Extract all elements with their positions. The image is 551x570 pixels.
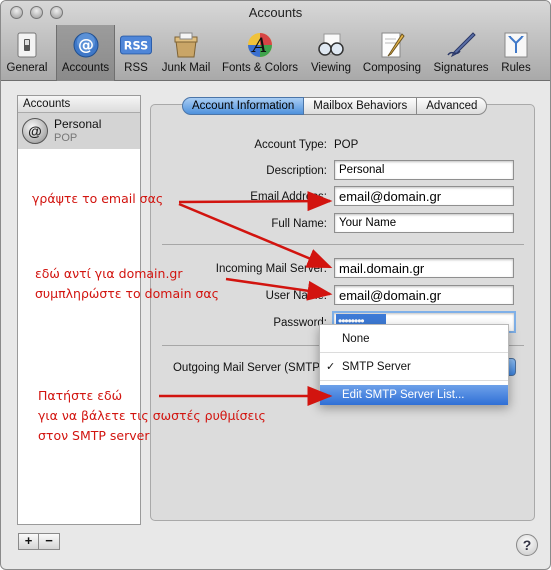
user-name-field[interactable] bbox=[334, 285, 514, 305]
svg-text:RSS: RSS bbox=[124, 40, 148, 53]
tab-account-information[interactable]: Account Information bbox=[182, 97, 305, 115]
checkmark-icon: ✓ bbox=[326, 361, 336, 373]
toolbar-general[interactable]: General bbox=[1, 25, 53, 81]
window-title: Accounts bbox=[248, 5, 303, 20]
toolbar-label: Fonts & Colors bbox=[221, 62, 299, 74]
description-label: Description: bbox=[266, 165, 327, 177]
account-type-value: POP bbox=[334, 139, 359, 151]
incoming-server-field[interactable] bbox=[334, 258, 514, 278]
general-switch-icon bbox=[11, 31, 43, 59]
toolbar-label: Viewing bbox=[310, 62, 352, 74]
window-chrome: Accounts General @ Accounts RSS RSS Junk… bbox=[1, 1, 550, 81]
smtp-menu-item-edit-list[interactable]: Edit SMTP Server List... bbox=[320, 385, 508, 405]
form-divider bbox=[162, 244, 524, 245]
menu-item-label: SMTP Server bbox=[342, 361, 411, 373]
password-label: Password: bbox=[273, 317, 327, 329]
menu-separator bbox=[320, 380, 508, 381]
menu-item-label: None bbox=[342, 333, 370, 345]
signature-pen-icon bbox=[445, 31, 477, 59]
toolbar-label: General bbox=[6, 62, 48, 74]
at-account-icon: @ bbox=[22, 118, 48, 144]
toolbar-label: Signatures bbox=[433, 62, 489, 74]
toolbar-label: Rules bbox=[501, 62, 531, 74]
smtp-menu-item-smtp-server[interactable]: ✓ SMTP Server bbox=[320, 357, 508, 377]
smtp-server-label: Outgoing Mail Server (SMTP): bbox=[172, 362, 327, 374]
tab-mailbox-behaviors[interactable]: Mailbox Behaviors bbox=[304, 97, 418, 115]
menu-separator bbox=[320, 352, 508, 353]
email-address-label: Email Address: bbox=[250, 191, 327, 203]
remove-account-button[interactable]: − bbox=[39, 533, 60, 550]
account-tabs: Account Information Mailbox Behaviors Ad… bbox=[182, 97, 488, 115]
toolbar-label: Composing bbox=[362, 62, 422, 74]
tab-advanced[interactable]: Advanced bbox=[417, 97, 488, 115]
toolbar-fonts-colors[interactable]: A Fonts & Colors bbox=[217, 25, 303, 81]
preferences-window: Accounts General @ Accounts RSS RSS Junk… bbox=[0, 0, 551, 570]
email-annotation: γράψτε το email σας bbox=[32, 191, 164, 206]
toolbar-viewing[interactable]: Viewing bbox=[306, 25, 356, 81]
account-row-personal[interactable]: @ Personal POP bbox=[18, 113, 140, 149]
svg-text:@: @ bbox=[78, 35, 94, 54]
email-address-field[interactable] bbox=[334, 186, 514, 206]
preferences-toolbar: General @ Accounts RSS RSS Junk Mail A F… bbox=[1, 25, 550, 81]
smtp-annotation-line3: στον SMTP server bbox=[38, 428, 150, 443]
smtp-annotation-line1: Πατήστε εδώ bbox=[38, 388, 123, 403]
add-account-button[interactable]: + bbox=[18, 533, 39, 550]
account-type: POP bbox=[54, 132, 78, 144]
rules-icon bbox=[500, 31, 532, 59]
glasses-icon bbox=[315, 31, 347, 59]
full-name-label: Full Name: bbox=[271, 218, 327, 230]
toolbar-accounts[interactable]: @ Accounts bbox=[56, 25, 115, 81]
smtp-menu-item-none[interactable]: None bbox=[320, 329, 508, 349]
smtp-annotation-line2: για να βάλετε τις σωστές ρυθμίσεις bbox=[38, 408, 266, 423]
fonts-colors-icon: A bbox=[244, 31, 276, 59]
menu-item-label: Edit SMTP Server List... bbox=[342, 389, 465, 401]
accounts-list-header: Accounts bbox=[18, 96, 140, 113]
full-name-field[interactable] bbox=[334, 213, 514, 233]
composing-pencil-icon bbox=[376, 31, 408, 59]
toolbar-label: Accounts bbox=[61, 62, 110, 74]
junk-mail-icon bbox=[170, 31, 202, 59]
domain-annotation-line2: συμπληρώστε το domain σας bbox=[35, 286, 219, 301]
description-field[interactable] bbox=[334, 160, 514, 180]
svg-text:A: A bbox=[251, 33, 267, 57]
toolbar-signatures[interactable]: Signatures bbox=[428, 25, 494, 81]
smtp-server-menu: None ✓ SMTP Server Edit SMTP Server List… bbox=[319, 324, 509, 405]
rss-icon: RSS bbox=[120, 31, 152, 59]
at-sign-icon: @ bbox=[70, 31, 102, 59]
toolbar-label: Junk Mail bbox=[161, 62, 211, 74]
account-add-remove: + − bbox=[18, 533, 60, 550]
account-type-label: Account Type: bbox=[254, 139, 327, 151]
account-name: Personal bbox=[54, 117, 102, 131]
toolbar-rss[interactable]: RSS RSS bbox=[117, 25, 155, 81]
domain-annotation-line1: εδώ αντί για domain.gr bbox=[35, 266, 183, 281]
toolbar-label: RSS bbox=[124, 62, 148, 74]
toolbar-composing[interactable]: Composing bbox=[359, 25, 425, 81]
toolbar-junk-mail[interactable]: Junk Mail bbox=[158, 25, 214, 81]
help-button[interactable]: ? bbox=[516, 534, 538, 556]
toolbar-rules[interactable]: Rules bbox=[496, 25, 536, 81]
accounts-list: Accounts @ Personal POP bbox=[17, 95, 141, 525]
